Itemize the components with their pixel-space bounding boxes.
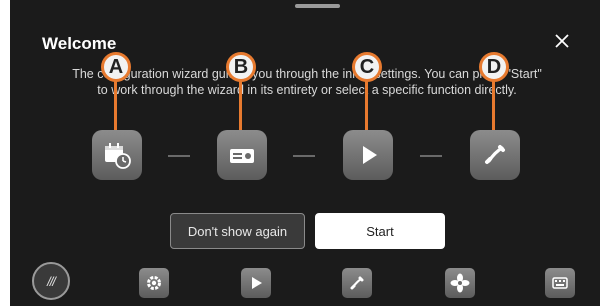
fan-icon xyxy=(450,273,470,293)
dock-keyboard-button[interactable] xyxy=(545,268,575,298)
callout-line-b xyxy=(239,78,242,132)
phone-icon xyxy=(485,145,505,164)
dock-media-button[interactable] xyxy=(241,268,271,298)
phone-icon xyxy=(350,276,364,290)
start-button[interactable]: Start xyxy=(315,213,445,249)
step-calendar-button[interactable] xyxy=(92,130,142,180)
step-connector xyxy=(168,155,190,157)
calendar-clock-icon xyxy=(105,143,131,169)
keyboard-icon xyxy=(552,277,568,289)
dock-settings-button[interactable] xyxy=(139,268,169,298)
callout-b: B xyxy=(226,52,256,82)
callout-line-d xyxy=(492,78,495,132)
step-media-button[interactable] xyxy=(343,130,393,180)
step-connector xyxy=(293,155,315,157)
step-connector xyxy=(420,155,442,157)
infotainment-screen: Welcome The configuration wizard guides … xyxy=(10,0,600,306)
play-icon xyxy=(252,277,262,289)
step-phone-button[interactable] xyxy=(470,130,520,180)
callout-a: A xyxy=(101,52,131,82)
gear-icon xyxy=(147,276,161,290)
callout-c: C xyxy=(352,52,382,82)
menu-button[interactable]: /// xyxy=(32,262,70,300)
dont-show-again-button[interactable]: Don't show again xyxy=(170,213,305,249)
callout-line-a xyxy=(114,78,117,132)
radio-icon xyxy=(230,149,254,163)
callout-line-c xyxy=(365,78,368,132)
step-radio-button[interactable] xyxy=(217,130,267,180)
wizard-steps: A B C D xyxy=(10,0,600,306)
dock-climate-button[interactable] xyxy=(445,268,475,298)
dock-phone-button[interactable] xyxy=(342,268,372,298)
callout-d: D xyxy=(479,52,509,82)
play-icon xyxy=(363,146,377,164)
